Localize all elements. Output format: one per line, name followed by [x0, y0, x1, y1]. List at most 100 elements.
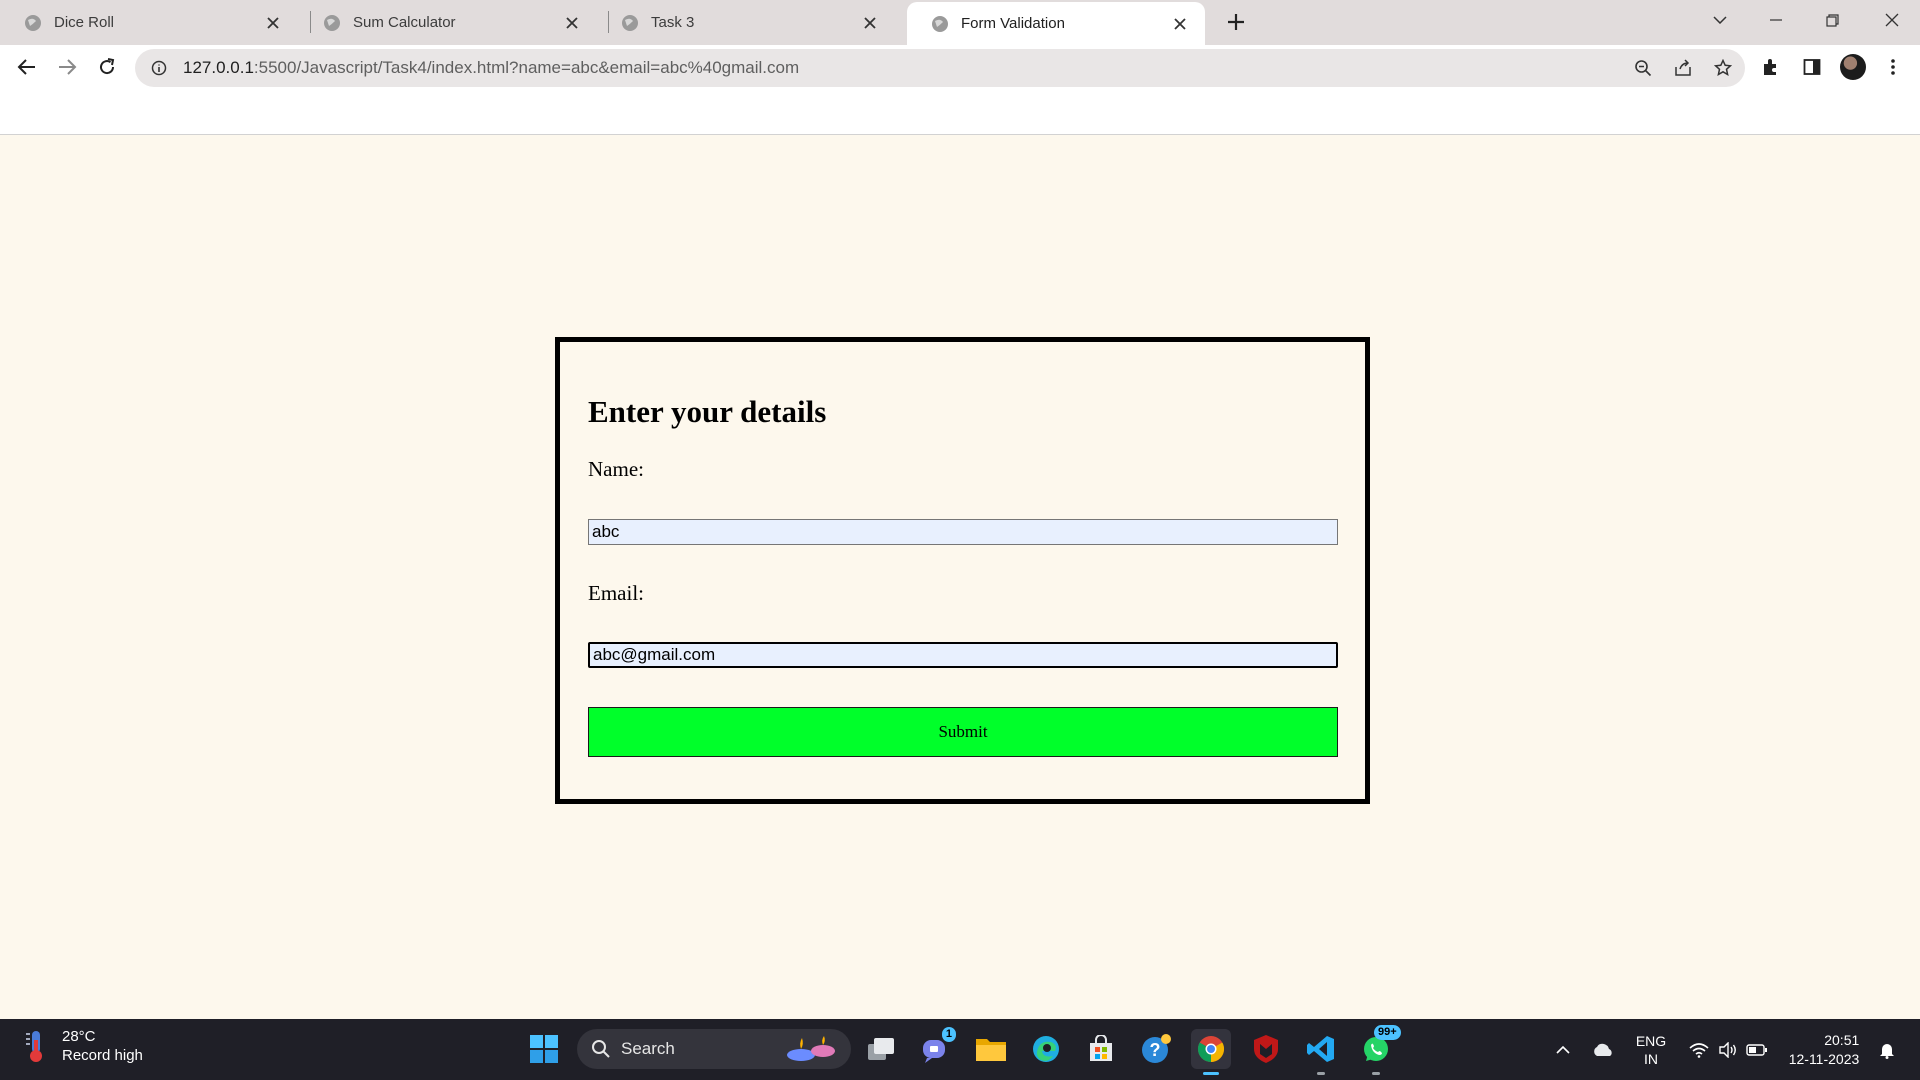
chrome-icon	[1197, 1036, 1225, 1063]
close-window-button[interactable]	[1864, 0, 1920, 40]
address-bar[interactable]: 127.0.0.1:5500/Javascript/Task4/index.ht…	[135, 49, 1745, 87]
tab-title: Dice Roll	[54, 14, 115, 31]
edge-icon	[1033, 1036, 1059, 1062]
close-tab-icon[interactable]	[262, 12, 284, 34]
file-explorer-button[interactable]	[971, 1029, 1011, 1069]
chrome-button[interactable]	[1191, 1029, 1231, 1075]
close-tab-icon[interactable]	[859, 12, 881, 34]
bell-icon	[1880, 1043, 1894, 1059]
name-input[interactable]	[588, 519, 1338, 545]
tab-title: Sum Calculator	[353, 14, 456, 31]
globe-icon	[932, 15, 948, 32]
task-view-button[interactable]	[861, 1029, 901, 1069]
weather-widget[interactable]: 28°C Record high	[22, 1027, 143, 1065]
url-path: :5500/Javascript/Task4/index.html?name=a…	[253, 58, 800, 77]
back-button[interactable]	[10, 50, 44, 84]
bookmark-button[interactable]	[1706, 49, 1740, 87]
puzzle-icon	[1764, 59, 1776, 75]
tab-form-validation[interactable]: Form Validation	[907, 2, 1205, 45]
email-label: Email:	[588, 581, 644, 605]
tab-task-3[interactable]: Task 3	[597, 0, 895, 45]
tab-dice-roll[interactable]: Dice Roll	[0, 0, 298, 45]
weather-temp: 28°C	[62, 1028, 96, 1045]
tab-sum-calculator[interactable]: Sum Calculator	[299, 0, 597, 45]
get-help-button[interactable]: ?	[1136, 1029, 1176, 1069]
zoom-out-icon	[1635, 60, 1652, 77]
teams-chat-button[interactable]: 1	[916, 1027, 956, 1069]
tab-search-button[interactable]	[1692, 0, 1748, 40]
reload-icon	[100, 58, 115, 75]
close-tab-icon[interactable]	[561, 12, 583, 34]
notifications-button[interactable]	[1872, 1019, 1902, 1080]
clock-date: 12-11-2023	[1788, 1050, 1860, 1067]
share-button[interactable]	[1666, 49, 1700, 87]
onedrive-button[interactable]	[1586, 1019, 1620, 1080]
battery-icon	[1746, 1043, 1767, 1056]
zoom-button[interactable]	[1626, 49, 1660, 87]
email-input[interactable]	[588, 642, 1338, 668]
name-label: Name:	[588, 457, 644, 481]
page-content: Enter your details Name: Email: Submit	[0, 135, 1920, 1019]
wifi-button[interactable]	[1684, 1019, 1714, 1080]
weather-desc: Record high	[62, 1047, 143, 1064]
close-tab-icon[interactable]	[1169, 13, 1191, 35]
help-icon: ?	[1142, 1034, 1171, 1063]
reload-button[interactable]	[90, 50, 124, 84]
share-icon	[1675, 59, 1691, 76]
extensions-button[interactable]	[1754, 50, 1788, 84]
clock[interactable]: 20:51 12-11-2023	[1780, 1019, 1868, 1080]
side-panel-button[interactable]	[1795, 50, 1829, 84]
close-icon	[1885, 13, 1899, 27]
folder-icon	[976, 1039, 1006, 1061]
browser-toolbar: 127.0.0.1:5500/Javascript/Task4/index.ht…	[0, 45, 1920, 90]
thermometer-icon	[26, 1031, 42, 1062]
minimize-button[interactable]	[1748, 0, 1804, 40]
forward-button[interactable]	[50, 50, 84, 84]
star-icon	[1714, 59, 1732, 77]
url-host: 127.0.0.1	[183, 58, 254, 77]
profile-button[interactable]	[1836, 50, 1870, 84]
whatsapp-button[interactable]: 99+	[1356, 1025, 1401, 1075]
side-panel-icon	[1803, 59, 1821, 75]
details-form: Enter your details Name: Email: Submit	[555, 337, 1370, 804]
minimize-icon	[1770, 19, 1782, 21]
globe-icon	[622, 14, 638, 31]
microsoft-store-button[interactable]	[1081, 1029, 1121, 1069]
chevron-down-icon	[1713, 16, 1727, 24]
teams-badge: 1	[941, 1027, 956, 1042]
form-heading: Enter your details	[588, 394, 827, 429]
running-indicator	[1372, 1072, 1380, 1075]
chevron-up-icon	[1556, 1045, 1570, 1054]
start-button[interactable]	[524, 1029, 564, 1069]
show-hidden-icons-button[interactable]	[1548, 1019, 1578, 1080]
avatar	[1840, 54, 1866, 80]
cloud-icon	[1594, 1043, 1612, 1056]
globe-icon	[324, 14, 340, 31]
taskbar-search[interactable]: Search	[577, 1029, 851, 1069]
bookmarks-bar	[0, 90, 1920, 135]
language-indicator[interactable]: ENG IN	[1628, 1019, 1674, 1080]
arrow-right-icon	[59, 59, 77, 75]
battery-button[interactable]	[1742, 1019, 1772, 1080]
wifi-icon	[1689, 1042, 1709, 1058]
tab-title: Task 3	[651, 14, 695, 31]
tab-strip: Dice Roll Sum Calculator Task 3 Form Val…	[0, 0, 1920, 45]
new-tab-button[interactable]	[1220, 6, 1252, 38]
svg-text:?: ?	[1150, 1040, 1161, 1060]
globe-icon	[25, 14, 41, 31]
submit-button[interactable]: Submit	[588, 707, 1338, 757]
arrow-left-icon	[17, 59, 35, 75]
restore-button[interactable]	[1804, 0, 1860, 40]
menu-button[interactable]	[1876, 50, 1910, 84]
volume-button[interactable]	[1713, 1019, 1743, 1080]
search-label: Search	[621, 1039, 675, 1058]
vscode-button[interactable]	[1301, 1029, 1341, 1075]
task-view-icon	[868, 1038, 894, 1060]
info-icon[interactable]	[149, 58, 169, 78]
running-indicator	[1317, 1072, 1325, 1075]
url-text[interactable]: 127.0.0.1:5500/Javascript/Task4/index.ht…	[183, 58, 799, 78]
edge-button[interactable]	[1026, 1029, 1066, 1069]
clock-time: 20:51	[1824, 1031, 1860, 1048]
mcafee-button[interactable]	[1246, 1029, 1286, 1069]
active-indicator	[1203, 1072, 1219, 1075]
